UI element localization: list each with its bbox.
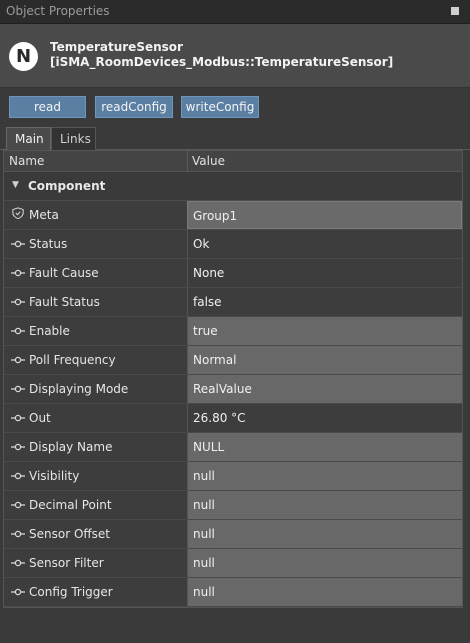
property-row[interactable]: Fault Status false xyxy=(4,288,462,317)
property-value: null xyxy=(193,469,215,483)
property-value-cell[interactable]: null xyxy=(187,462,462,490)
property-row[interactable]: Sensor Offset null xyxy=(4,520,462,549)
property-value-cell: None xyxy=(187,259,462,287)
object-name: TemperatureSensor xyxy=(50,40,183,54)
tab-main[interactable]: Main xyxy=(6,127,51,150)
property-row[interactable]: Sensor Filter null xyxy=(4,549,462,578)
shield-icon xyxy=(12,207,24,219)
tab-links[interactable]: Links xyxy=(51,127,96,150)
slot-icon xyxy=(11,559,25,567)
property-value: null xyxy=(193,527,215,541)
property-row[interactable]: Display Name NULL xyxy=(4,433,462,462)
property-value-cell[interactable]: null xyxy=(187,491,462,519)
object-type: [iSMA_RoomDevices_Modbus::TemperatureSen… xyxy=(50,55,394,69)
property-name: Visibility xyxy=(29,469,80,483)
property-value: null xyxy=(193,556,215,570)
tab-bar: Main Links xyxy=(0,124,470,150)
property-name: Meta xyxy=(29,208,59,222)
read-config-button[interactable]: readConfig xyxy=(95,96,173,118)
property-value-cell[interactable]: true xyxy=(187,317,462,345)
property-name: Fault Status xyxy=(29,295,100,309)
column-header-value[interactable]: Value xyxy=(192,154,225,168)
property-value-cell[interactable]: null xyxy=(187,549,462,577)
panel-menu-button[interactable] xyxy=(450,5,460,17)
property-name: Sensor Offset xyxy=(29,527,110,541)
property-name: Decimal Point xyxy=(29,498,112,512)
logo-icon: N xyxy=(9,42,38,71)
slot-icon xyxy=(11,414,25,422)
slot-icon xyxy=(11,240,25,248)
property-name: Poll Frequency xyxy=(29,353,116,367)
slot-icon xyxy=(11,385,25,393)
property-value-cell[interactable]: Normal xyxy=(187,346,462,374)
property-row[interactable]: Visibility null xyxy=(4,462,462,491)
chevron-down-icon[interactable]: ▼ xyxy=(12,180,19,190)
property-row[interactable]: Enable true xyxy=(4,317,462,346)
slot-icon xyxy=(11,269,25,277)
property-row[interactable]: Poll Frequency Normal xyxy=(4,346,462,375)
slot-icon xyxy=(11,327,25,335)
property-value-cell[interactable]: Group1 xyxy=(187,201,462,229)
property-value-cell[interactable]: NULL xyxy=(187,433,462,461)
slot-icon xyxy=(11,443,25,451)
grid-header: Name Value xyxy=(4,151,462,172)
property-row[interactable]: Displaying Mode RealValue xyxy=(4,375,462,404)
property-value-cell[interactable]: RealValue xyxy=(187,375,462,403)
property-name: Displaying Mode xyxy=(29,382,129,396)
property-value: false xyxy=(193,295,222,309)
action-bar: read readConfig writeConfig xyxy=(0,88,470,124)
property-value-cell[interactable]: null xyxy=(187,520,462,548)
property-row[interactable]: Status Ok xyxy=(4,230,462,259)
group-label: Component xyxy=(28,179,106,193)
property-row[interactable]: Fault Cause None xyxy=(4,259,462,288)
property-value-cell: false xyxy=(187,288,462,316)
property-value: Group1 xyxy=(193,209,238,223)
property-value: Ok xyxy=(193,237,210,251)
slot-icon xyxy=(11,356,25,364)
property-row[interactable]: Out 26.80 °C xyxy=(4,404,462,433)
property-name: Enable xyxy=(29,324,70,338)
property-value: Normal xyxy=(193,353,237,367)
column-header-name[interactable]: Name xyxy=(9,154,44,168)
group-row-component[interactable]: ▼ Component xyxy=(4,172,462,201)
read-button[interactable]: read xyxy=(9,96,86,118)
write-config-button[interactable]: writeConfig xyxy=(181,96,259,118)
property-value: 26.80 °C xyxy=(193,411,246,425)
property-row[interactable]: Decimal Point null xyxy=(4,491,462,520)
property-value: NULL xyxy=(193,440,225,454)
property-value-cell[interactable]: null xyxy=(187,578,462,606)
property-value: RealValue xyxy=(193,382,252,396)
slot-icon xyxy=(11,501,25,509)
property-name: Out xyxy=(29,411,51,425)
property-name: Display Name xyxy=(29,440,113,454)
property-value: true xyxy=(193,324,218,338)
property-grid: Name Value ▼ Component Meta Group1 Status O… xyxy=(3,150,463,608)
property-value-cell: Ok xyxy=(187,230,462,258)
panel-titlebar: Object Properties xyxy=(0,0,470,24)
property-value: None xyxy=(193,266,225,280)
property-name: Sensor Filter xyxy=(29,556,104,570)
property-value: null xyxy=(193,498,215,512)
property-name: Fault Cause xyxy=(29,266,99,280)
slot-icon xyxy=(11,530,25,538)
column-divider[interactable] xyxy=(187,151,188,172)
property-name: Config Trigger xyxy=(29,585,113,599)
panel-title: Object Properties xyxy=(6,4,110,18)
slot-icon xyxy=(11,298,25,306)
property-row[interactable]: Config Trigger null xyxy=(4,578,462,607)
square-icon xyxy=(451,7,459,15)
property-value-cell: 26.80 °C xyxy=(187,404,462,432)
property-name: Status xyxy=(29,237,68,251)
object-header: N TemperatureSensor [iSMA_RoomDevices_Mo… xyxy=(0,24,470,88)
slot-icon xyxy=(11,472,25,480)
property-row[interactable]: Meta Group1 xyxy=(4,201,462,230)
property-value: null xyxy=(193,585,215,599)
slot-icon xyxy=(11,588,25,596)
